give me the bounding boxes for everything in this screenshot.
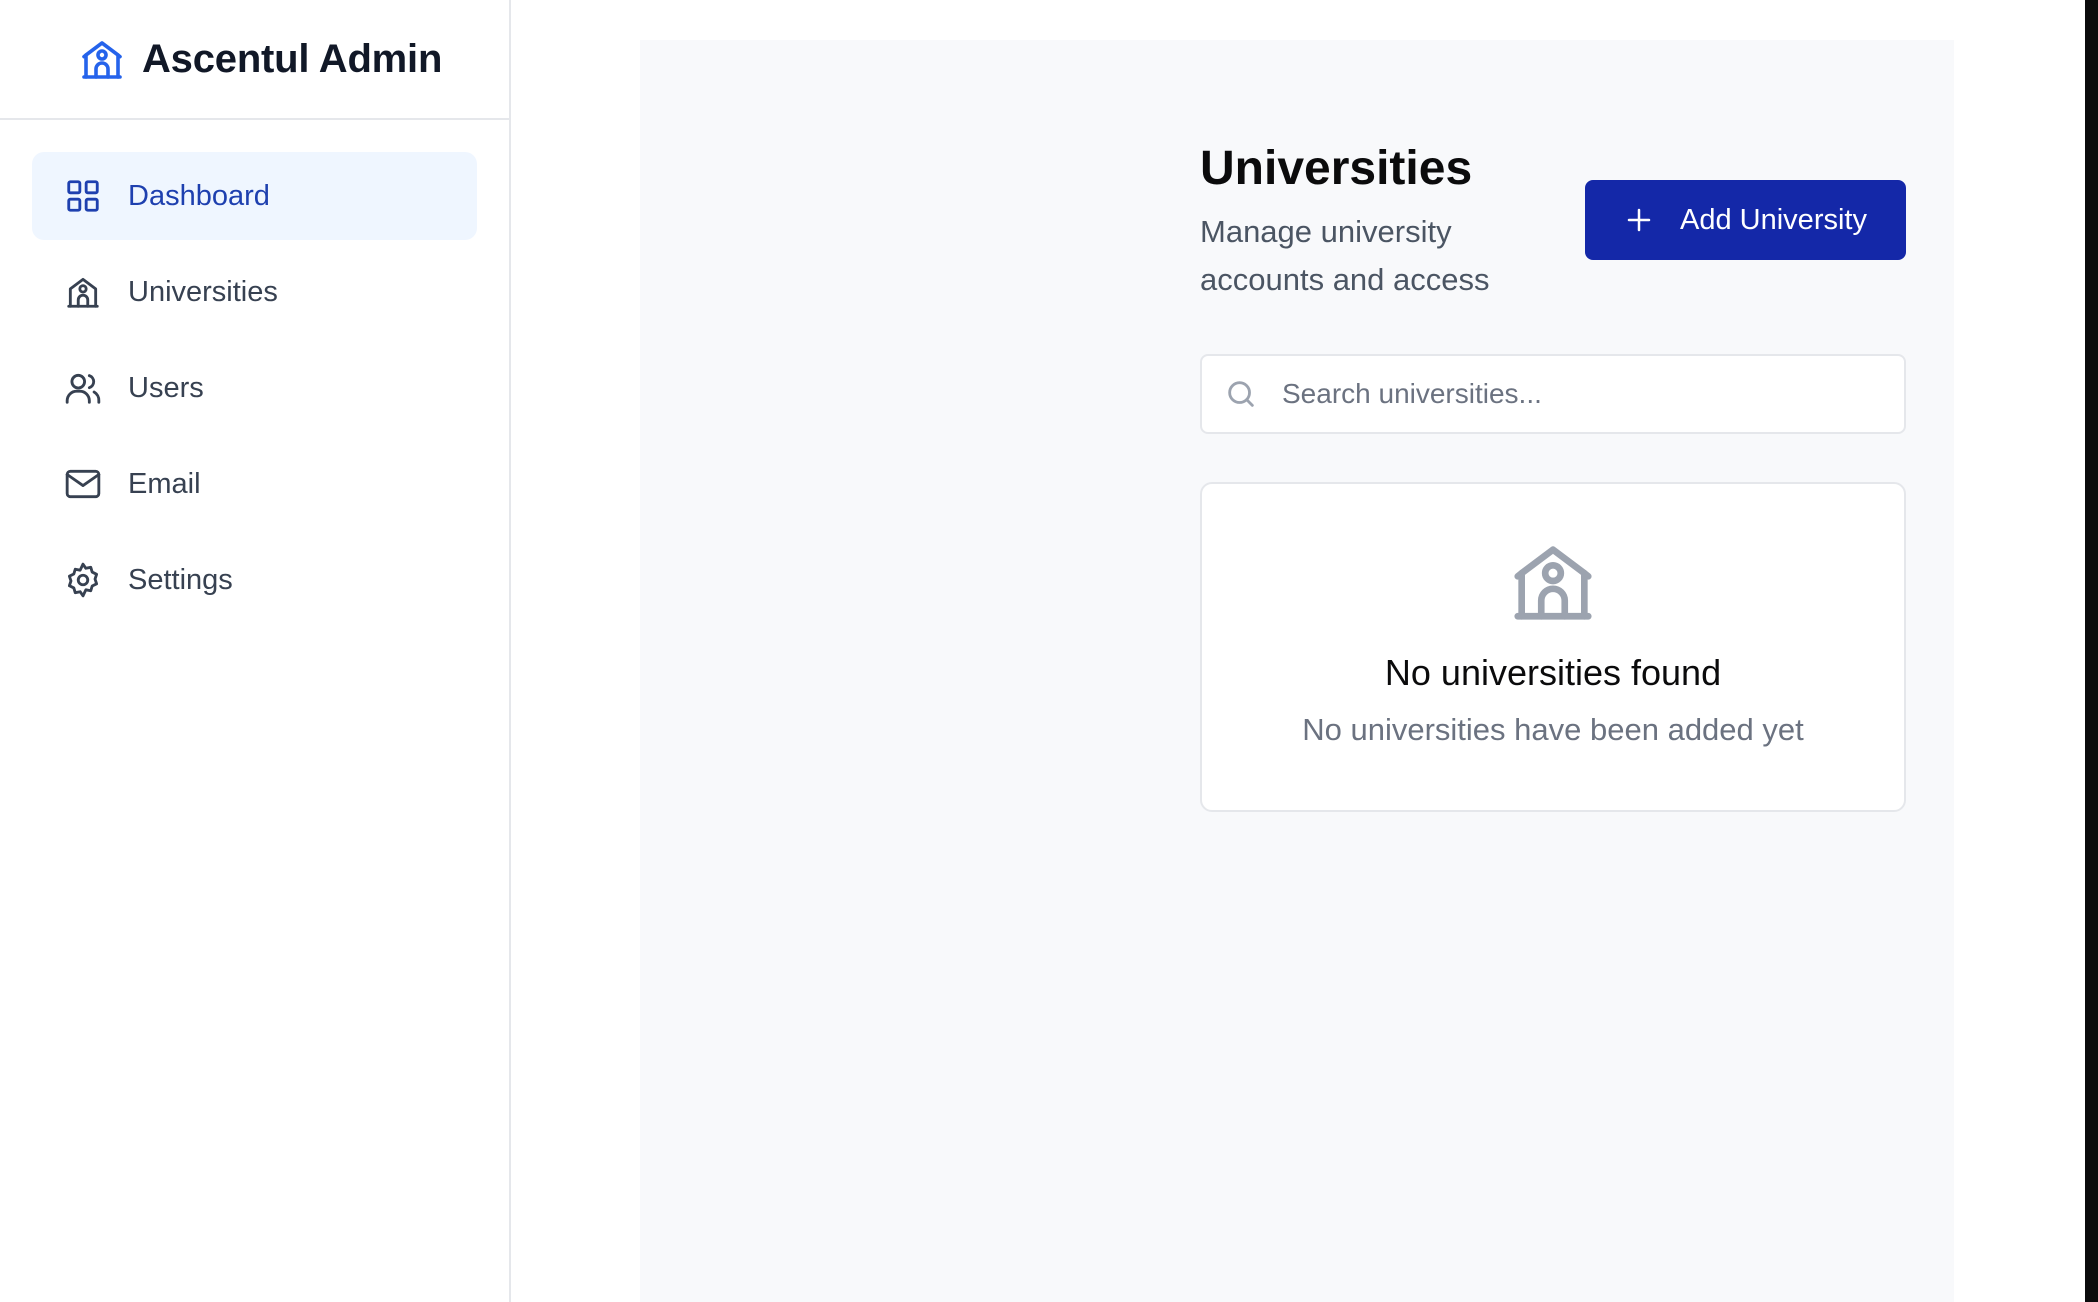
sidebar-item-label: Universities xyxy=(128,275,278,308)
sidebar-item-label: Users xyxy=(128,371,204,404)
main-content: Universities Manage university accounts … xyxy=(1200,140,1906,812)
search-input[interactable] xyxy=(1282,364,1882,424)
add-university-label: Add University xyxy=(1680,203,1867,236)
grid-icon xyxy=(64,177,102,215)
search-icon xyxy=(1224,377,1258,411)
sidebar-nav: Dashboard Universities Users Email Setti… xyxy=(0,120,509,624)
empty-state-title: No universities found xyxy=(1384,652,1722,693)
sidebar: Ascentul Admin Dashboard Universities Us… xyxy=(0,0,511,1302)
sidebar-item-label: Email xyxy=(128,467,201,500)
school-building-icon xyxy=(78,35,126,83)
search-box xyxy=(1200,354,1906,434)
sidebar-item-label: Dashboard xyxy=(128,179,270,212)
add-university-button[interactable]: Add University xyxy=(1585,180,1906,260)
school-building-icon xyxy=(64,273,102,311)
plus-icon xyxy=(1624,205,1654,235)
page-title: Universities xyxy=(1200,142,1473,195)
page-subtitle: Manage university accounts and access xyxy=(1200,214,1490,297)
users-icon xyxy=(64,369,102,407)
sidebar-item-email[interactable]: Email xyxy=(32,440,477,528)
brand-title: Ascentul Admin xyxy=(142,36,443,81)
brand: Ascentul Admin xyxy=(0,0,509,120)
sidebar-item-users[interactable]: Users xyxy=(32,344,477,432)
sidebar-item-label: Settings xyxy=(128,563,233,596)
school-building-icon xyxy=(1506,534,1600,628)
page-header: Universities Manage university accounts … xyxy=(1200,140,1906,304)
page-heading-group: Universities Manage university accounts … xyxy=(1200,140,1530,304)
empty-state-card: No universities found No universities ha… xyxy=(1200,482,1906,812)
window-edge xyxy=(2085,0,2098,1302)
mail-icon xyxy=(64,465,102,503)
sidebar-item-settings[interactable]: Settings xyxy=(32,536,477,624)
sidebar-item-universities[interactable]: Universities xyxy=(32,248,477,336)
sidebar-item-dashboard[interactable]: Dashboard xyxy=(32,152,477,240)
gear-icon xyxy=(64,561,102,599)
empty-state-text: No universities have been added yet xyxy=(1302,712,1804,747)
